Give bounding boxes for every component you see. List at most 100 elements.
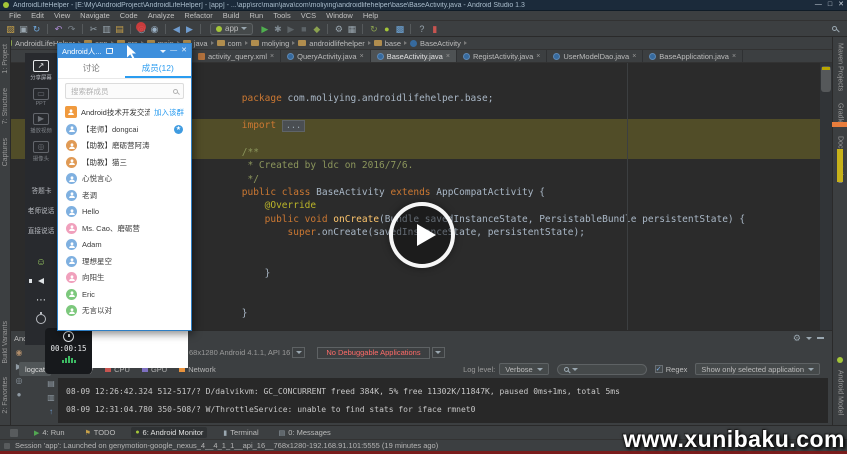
sidebar-action-button[interactable]: 直接说话 [28,226,55,236]
tool-window-button[interactable]: Captures [2,138,9,166]
member-row[interactable]: 老调 ★ [58,187,191,204]
filter-select[interactable]: Show only selected application [695,363,820,375]
tool-window-button[interactable]: Build Variants [2,321,9,364]
breadcrumb-item[interactable]: BaseActivity [410,39,467,48]
toolbar-separator[interactable] [82,24,83,34]
paste-icon[interactable]: ▤ [113,22,126,36]
close-tab-icon[interactable]: × [270,53,274,60]
coverage-icon[interactable]: ▶ [284,22,297,36]
forward-icon[interactable]: ▶ [183,22,196,36]
search-everywhere-icon[interactable] [832,26,837,31]
member-row[interactable]: Adam ★ [58,237,191,254]
process-select[interactable]: No Debuggable Applications [317,347,429,359]
hide-panel-icon[interactable] [817,337,824,339]
search-input[interactable]: 搜索群成员 [65,83,184,99]
device-select-arrow[interactable] [292,347,305,358]
redo-icon[interactable]: ↷ [65,22,78,36]
replace-icon[interactable]: ◉ [148,22,161,36]
run-config-select[interactable]: app [210,23,253,35]
tool-window-button[interactable]: 7: Structure [2,88,9,124]
member-row[interactable]: 向阳生 ★ [58,270,191,287]
print-icon[interactable]: ▤ [47,379,55,388]
editor-scrollbar[interactable] [820,63,832,330]
open-icon[interactable]: ▨ [4,22,17,36]
maximize-button[interactable]: □ [828,0,832,10]
speaker-icon[interactable] [38,276,44,287]
toolwindow-button[interactable]: ▤ 0: Messages [275,427,335,438]
toolbar-separator[interactable] [47,24,48,34]
device-select[interactable]: 68x1280 Android 4.1.1, API 16 [189,348,290,357]
breadcrumb-item[interactable]: base [374,39,407,48]
minimize-icon[interactable]: — [170,45,177,57]
close-tab-icon[interactable]: × [536,53,540,60]
gear-icon[interactable]: ⚙ [793,331,801,345]
close-tab-icon[interactable]: × [446,53,450,60]
menu-item[interactable]: Help [358,11,383,20]
member-row[interactable]: 【助教】猫三 ★ [58,154,191,171]
breadcrumb-item[interactable]: androidlifehelper [298,39,370,48]
sidebar-action-button[interactable]: 老师说话 [28,206,55,216]
avd-manager-icon[interactable]: ▩ [393,22,406,36]
more-icon[interactable]: ⋯ [36,295,46,306]
sdk-manager-icon[interactable]: ● [380,22,393,36]
camera-icon[interactable]: ◎ 摄像头 [32,141,50,163]
chevron-down-icon[interactable] [160,50,166,53]
toolbar-separator[interactable] [130,24,131,34]
log-level-select[interactable]: Verbose [499,363,549,375]
export-icon[interactable]: ▥ [47,393,55,402]
play-button[interactable] [389,202,455,268]
member-row[interactable]: 无言以对 ★ [58,303,191,320]
editor-tab[interactable]: activity_query.xml × [192,50,281,62]
share-screen-icon[interactable]: ↗ 分享屏幕 [29,60,53,82]
tool-window-button[interactable]: Maven Projects [837,43,844,91]
zoom-icon[interactable]: ◎ [16,376,23,385]
scroll-up-icon[interactable]: ↑ [49,407,53,416]
menu-item[interactable]: File [4,11,26,20]
android-monitor-icon[interactable]: ▮ [428,22,441,36]
member-row[interactable]: Eric ★ [58,286,191,303]
save-icon[interactable]: ▣ [17,22,30,36]
member-row[interactable]: Hello ★ [58,204,191,221]
help-icon[interactable]: ? [415,22,428,36]
toolwindow-button[interactable]: ● 6: Android Monitor [131,427,207,438]
copy-icon[interactable]: ▥ [100,22,113,36]
logcat-search-input[interactable] [557,364,647,375]
chat-tab[interactable]: 讨论 [58,58,125,78]
run-icon[interactable]: ▶ [258,22,271,36]
tool-window-button[interactable]: 1: Project [2,44,9,74]
minimize-button[interactable]: — [815,0,822,10]
tool-window-button[interactable]: Android Model [837,370,844,415]
gradle-sync-icon[interactable]: ↻ [367,22,380,36]
process-select-arrow[interactable] [432,347,445,358]
breadcrumb-item[interactable]: com [217,39,248,48]
close-button[interactable]: ✕ [838,0,844,10]
play-video-icon[interactable]: ▶ 播放视频 [29,113,53,135]
join-group-link[interactable]: 加入该群 [154,107,184,118]
menu-item[interactable]: Code [115,11,143,20]
member-row[interactable]: 理想星空 ★ [58,253,191,270]
member-row[interactable]: Ms. Cao、磨砺营 ★ [58,220,191,237]
menu-item[interactable]: Tools [268,11,296,20]
project-structure-icon[interactable]: ▦ [345,22,358,36]
back-icon[interactable]: ◀ [170,22,183,36]
attach-debugger-icon[interactable]: ◆ [310,22,323,36]
toolbar-separator[interactable] [200,24,201,34]
toolwindow-button[interactable]: ⚑ TODO [81,427,120,438]
editor-tab[interactable]: RegistActivity.java × [457,50,547,62]
close-icon[interactable]: ✕ [181,45,187,57]
screenshot-icon[interactable]: ◉ [16,348,23,357]
toolbar-separator[interactable] [165,24,166,34]
menu-item[interactable]: Build [218,11,245,20]
toolbar-separator[interactable] [327,24,328,34]
breadcrumb-item[interactable]: moliying [251,39,296,48]
menu-item[interactable]: Window [321,11,358,20]
menu-item[interactable]: View [49,11,75,20]
toolbar-separator[interactable] [410,24,411,34]
regex-checkbox[interactable]: ✓ Regex [655,365,688,374]
editor-tab[interactable]: QueryActivity.java × [281,50,371,62]
group-row[interactable]: Android技术开发交流群 加入该群 [58,103,191,121]
toolwindow-switcher-icon[interactable] [10,429,18,437]
options-icon[interactable]: ● [17,390,22,399]
toolwindow-button[interactable]: ▮ Terminal [219,427,262,438]
member-row[interactable]: 心悦言心 ★ [58,171,191,188]
